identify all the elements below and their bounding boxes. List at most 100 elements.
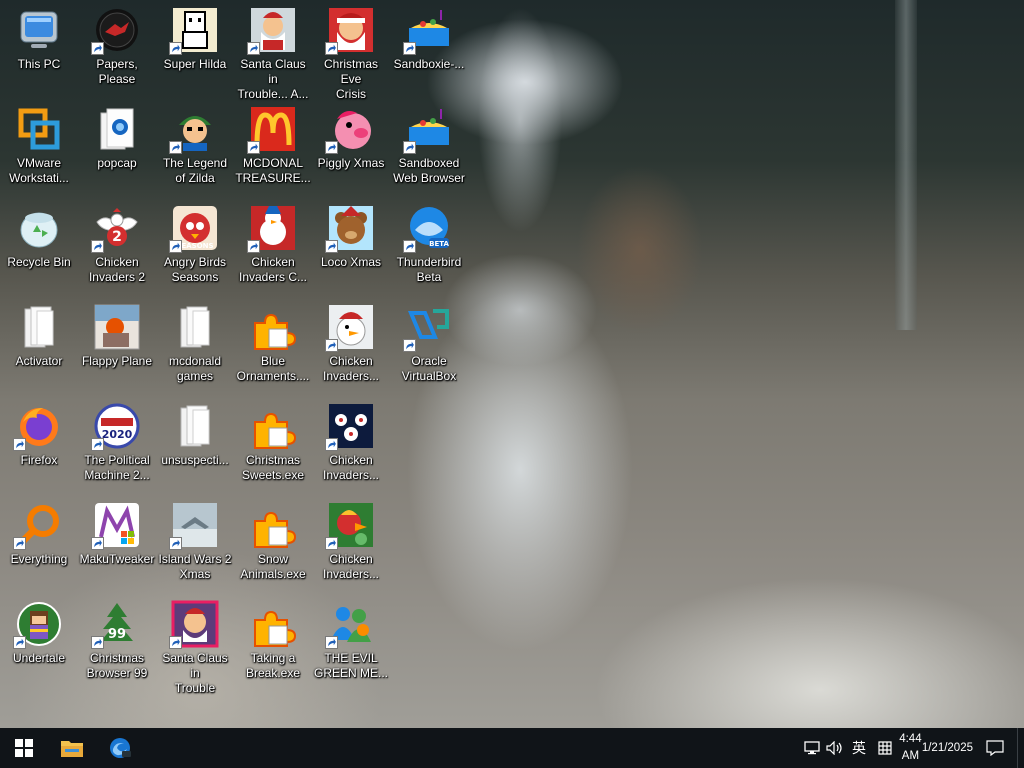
desktop-icon-papers-please[interactable]: Papers, Please <box>78 0 156 96</box>
shortcut-arrow-icon <box>91 636 104 649</box>
desktop-icon-sandboxie[interactable]: Sandboxie-... <box>390 0 468 96</box>
desktop-icon-loco-xmas[interactable]: Loco Xmas <box>312 198 390 294</box>
super-hilda-icon <box>169 6 219 55</box>
svg-text:2: 2 <box>112 229 122 245</box>
shortcut-arrow-icon <box>325 240 338 253</box>
desktop-icon-thunderbird-beta[interactable]: BETA Thunderbird Beta <box>390 198 468 294</box>
desktop-icon-flappy-plane[interactable]: Flappy Plane <box>78 297 156 393</box>
icon-label: Flappy Plane <box>81 354 153 368</box>
desktop-icon-chicken-invaders-c[interactable]: Chicken Invaders C... <box>234 198 312 294</box>
network-icon[interactable] <box>801 728 823 768</box>
computer-icon <box>15 6 63 54</box>
folder-icon <box>15 303 63 351</box>
show-desktop-button[interactable] <box>1017 728 1024 768</box>
shortcut-arrow-icon <box>403 240 416 253</box>
desktop-icon-christmas-eve-crisis[interactable]: Christmas Eve Crisis <box>312 0 390 101</box>
shortcut-arrow-icon <box>325 636 338 649</box>
shortcut-arrow-icon <box>13 537 26 550</box>
action-center-button[interactable] <box>973 728 1017 768</box>
icon-label: Blue Ornaments.... <box>236 354 310 383</box>
chicken-invaders-2-icon: 2 <box>91 204 141 253</box>
desktop-icon-christmas-sweets[interactable]: Christmas Sweets.exe <box>234 396 312 492</box>
icon-label: The Political Machine 2... <box>84 453 150 482</box>
icon-label: Everything <box>10 552 68 566</box>
system-tray: 英 4:44 AM 1/21/2025 <box>801 728 1024 768</box>
desktop-icon-santa-claus-in-trouble[interactable]: Santa Claus in Trouble <box>156 594 234 695</box>
start-button[interactable] <box>0 728 48 768</box>
folder-icon <box>171 402 219 450</box>
shortcut-arrow-icon <box>13 438 26 451</box>
desktop-icon-evil-green-me[interactable]: THE EVIL GREEN ME... <box>312 594 390 690</box>
desktop-icon-taking-a-break[interactable]: Taking a Break.exe <box>234 594 312 690</box>
desktop-icon-chicken-invaders-green[interactable]: Chicken Invaders... <box>312 495 390 591</box>
folder-icon <box>171 303 219 351</box>
icon-label: Papers, Please <box>96 57 138 86</box>
icon-label: Chicken Invaders... <box>322 453 380 482</box>
icon-label: THE EVIL GREEN ME... <box>313 651 388 680</box>
shortcut-arrow-icon <box>403 42 416 55</box>
desktop-icon-piggly-xmas[interactable]: Piggly Xmas <box>312 99 390 195</box>
desktop-icon-chicken-invaders-space[interactable]: Chicken Invaders... <box>312 396 390 492</box>
svg-text:SEASONS: SEASONS <box>176 242 213 250</box>
icon-label: This PC <box>17 57 61 71</box>
icon-label: Firefox <box>20 453 58 467</box>
desktop-icon-snow-animals[interactable]: Snow Animals.exe <box>234 495 312 591</box>
thunderbird-icon: BETA <box>403 204 453 253</box>
desktop-icon-unsuspecting[interactable]: unsuspecti... <box>156 396 234 492</box>
political-machine-icon: 2020 <box>91 402 141 451</box>
desktop-icon-political-machine[interactable]: 2020 The Political Machine 2... <box>78 396 156 492</box>
icon-label: Recycle Bin <box>7 255 71 269</box>
desktop-icon-mcdonald-games[interactable]: mcdonald games <box>156 297 234 393</box>
icon-label: Santa Claus in Trouble... A... <box>237 57 309 101</box>
icon-label: Undertale <box>12 651 66 665</box>
edge-dev-icon <box>110 738 131 758</box>
desktop-icon-this-pc[interactable]: This PC <box>0 0 78 96</box>
desktop-icon-firefox[interactable]: Firefox <box>0 396 78 492</box>
desktop-icon-angry-birds-seasons[interactable]: SEASONS Angry Birds Seasons <box>156 198 234 294</box>
mcdonalds-icon <box>247 105 297 154</box>
desktop-icon-vmware[interactable]: VMware Workstati... <box>0 99 78 195</box>
santa-claus-icon <box>169 600 219 649</box>
taskbar-edge-dev[interactable] <box>96 728 144 768</box>
desktop-icon-undertale[interactable]: Undertale <box>0 594 78 690</box>
desktop-icon-chicken-invaders-2[interactable]: 2 Chicken Invaders 2 <box>78 198 156 294</box>
virtualbox-icon <box>403 303 453 352</box>
desktop-icon-island-wars[interactable]: Island Wars 2 Xmas <box>156 495 234 591</box>
desktop-icon-blue-ornaments[interactable]: Blue Ornaments.... <box>234 297 312 393</box>
ime-indicator[interactable]: 英 <box>847 728 871 768</box>
desktop-icon-activator[interactable]: Activator <box>0 297 78 393</box>
desktop-icon-santa-claus-trouble-a[interactable]: Santa Claus in Trouble... A... <box>234 0 312 101</box>
windows-start-icon <box>15 739 33 757</box>
desktop-icon-chicken-invaders-santa[interactable]: Chicken Invaders... <box>312 297 390 393</box>
taskbar-file-explorer[interactable] <box>48 728 96 768</box>
icon-label: Chicken Invaders C... <box>238 255 308 284</box>
desktop-icon-super-hilda[interactable]: Super Hilda <box>156 0 234 96</box>
icon-label: Christmas Browser 99 <box>86 651 148 680</box>
icon-label: unsuspecti... <box>161 453 229 467</box>
desktop-icon-makutweaker[interactable]: MakuTweaker <box>78 495 156 591</box>
papers-please-icon <box>91 6 141 55</box>
snowman-chicken-icon <box>247 204 297 253</box>
svg-text:99: 99 <box>108 627 126 642</box>
desktop-icon-christmas-browser[interactable]: 99 Christmas Browser 99 <box>78 594 156 690</box>
volume-icon[interactable] <box>823 728 847 768</box>
desktop-icon-popcap[interactable]: popcap <box>78 99 156 195</box>
flappy-plane-icon <box>93 303 141 351</box>
shortcut-arrow-icon <box>91 438 104 451</box>
background-pole <box>895 0 917 330</box>
ime-mode-icon[interactable] <box>871 728 899 768</box>
desktop-icon-everything[interactable]: Everything <box>0 495 78 591</box>
shortcut-arrow-icon <box>169 42 182 55</box>
svg-text:2020: 2020 <box>102 428 133 441</box>
desktop-icon-legend-of-zilda[interactable]: The Legend of Zilda <box>156 99 234 195</box>
desktop-icon-sandboxed-web-browser[interactable]: Sandboxed Web Browser <box>390 99 468 195</box>
recycle-bin-icon <box>15 204 63 252</box>
desktop-icon-recycle-bin[interactable]: Recycle Bin <box>0 198 78 294</box>
icon-label: Christmas Eve Crisis <box>323 57 378 101</box>
desktop-icon-mcdonal-treasure[interactable]: MCDONAL TREASURE... <box>234 99 312 195</box>
shortcut-arrow-icon <box>403 339 416 352</box>
desktop-background[interactable]: This PC VMware Workstati... Recycle Bin … <box>0 0 1024 728</box>
desktop-icon-oracle-virtualbox[interactable]: Oracle VirtualBox <box>390 297 468 393</box>
clock[interactable]: 4:44 AM 1/21/2025 <box>899 728 973 768</box>
taskbar: 英 4:44 AM 1/21/2025 <box>0 728 1024 768</box>
